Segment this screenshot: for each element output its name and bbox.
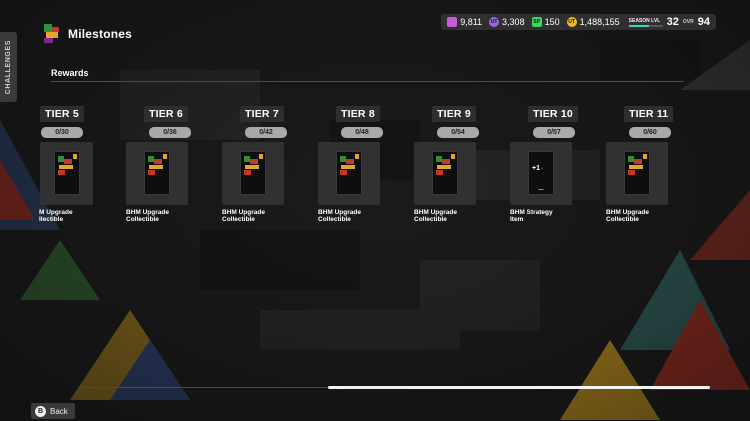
ut-tokens-value: 3,308	[502, 17, 525, 27]
upgrade-pack-icon	[624, 151, 650, 195]
tier-name: TIER 11	[624, 106, 674, 122]
tier-name: TIER 6	[144, 106, 188, 122]
tier-item[interactable]: TIER 9 0/54 BHM Upgrade Collectible	[414, 104, 516, 223]
upgrade-pack-icon	[144, 151, 170, 195]
back-label: Back	[50, 406, 68, 416]
tier-item[interactable]: TIER 8 0/48 BHM Upgrade Collectible	[318, 104, 420, 223]
reward-name: BHM Upgrade Collectible	[222, 209, 265, 223]
milestones-logo-icon	[44, 24, 59, 43]
tier-item[interactable]: TIER 10 0/57 +1 ▪▪ ▬▬ BHM Strategy Item	[510, 104, 612, 223]
plus-one-icon: +1	[532, 165, 540, 172]
section-divider	[51, 81, 684, 82]
currency-bar: 9,811 UT 3,308 SP 150 UT 1,488,155 SEASO…	[441, 14, 716, 30]
horizontal-scrollbar[interactable]	[78, 386, 710, 389]
coins-icon: UT	[566, 17, 577, 27]
strategy-item-icon: +1 ▪▪ ▬▬	[528, 151, 554, 195]
rewards-section-label: Rewards	[51, 68, 89, 78]
reward-name: BHM Upgrade Collectible	[126, 209, 169, 223]
upgrade-pack-icon	[432, 151, 458, 195]
reward-name: BHM Strategy Item	[510, 209, 553, 223]
ut-tokens-icon: UT	[489, 17, 500, 27]
sp-value: 150	[544, 17, 560, 27]
coins-value: 1,488,155	[579, 17, 620, 27]
currency-points: 9,811	[447, 17, 482, 27]
upgrade-pack-icon	[54, 151, 80, 195]
strategy-stat-icon: ▪▪	[541, 167, 543, 170]
reward-name: BHM Upgrade Collectible	[318, 209, 361, 223]
tier-item[interactable]: TIER 11 0/60 BHM Upgrade Collectible	[606, 104, 708, 223]
b-button-icon: B	[35, 405, 46, 417]
sp-icon: SP	[531, 17, 542, 27]
season-progress-bar	[628, 24, 663, 27]
tier-progress-pill: 0/36	[149, 127, 191, 138]
scrollbar-thumb[interactable]	[328, 386, 710, 389]
tier-name: TIER 8	[336, 106, 380, 122]
upgrade-pack-icon	[240, 151, 266, 195]
currency-ut-tokens: UT 3,308	[489, 17, 525, 27]
points-value: 9,811	[460, 17, 483, 27]
tier-item[interactable]: TIER 5 0/30 M Upgrade llectible	[32, 104, 124, 223]
reward-card[interactable]	[606, 142, 668, 205]
tier-item[interactable]: TIER 7 0/42 BHM Upgrade Collectible	[222, 104, 324, 223]
tier-progress-pill: 0/57	[533, 127, 575, 138]
reward-card[interactable]	[414, 142, 476, 205]
season-level-value: 32	[666, 16, 679, 28]
ovr-value: 94	[697, 16, 710, 28]
page-header: Milestones	[44, 24, 132, 43]
reward-card[interactable]: +1 ▪▪ ▬▬	[510, 142, 572, 205]
reward-name: BHM Upgrade Collectible	[606, 209, 649, 223]
reward-card[interactable]	[40, 142, 93, 205]
tier-name: TIER 5	[40, 106, 84, 122]
reward-card[interactable]	[318, 142, 380, 205]
tier-name: TIER 9	[432, 106, 476, 122]
season-level-label: SEASON LVL	[628, 17, 661, 24]
currency-sp: SP 150	[531, 17, 560, 27]
tier-item[interactable]: TIER 6 0/36 BHM Upgrade Collectible	[126, 104, 228, 223]
upgrade-pack-icon	[336, 151, 362, 195]
season-progress-fill	[628, 24, 650, 27]
reward-name: M Upgrade llectible	[39, 209, 73, 223]
tier-name: TIER 10	[528, 106, 578, 122]
season-level: SEASON LVL 32 OVR 94	[628, 16, 710, 28]
challenges-side-tab[interactable]: CHALLENGES	[0, 32, 17, 102]
tier-progress-pill: 0/48	[341, 127, 383, 138]
tier-name: TIER 7	[240, 106, 284, 122]
page-title: Milestones	[68, 26, 133, 41]
tier-progress-pill: 0/54	[437, 127, 479, 138]
tier-progress-pill: 0/30	[41, 127, 83, 138]
currency-coins: UT 1,488,155	[566, 17, 620, 27]
back-button[interactable]: B Back	[31, 403, 75, 419]
tier-progress-pill: 0/60	[629, 127, 671, 138]
reward-card[interactable]	[222, 142, 284, 205]
reward-card[interactable]	[126, 142, 188, 205]
ovr-label: OVR	[682, 19, 694, 25]
points-icon	[447, 17, 458, 27]
strategy-card-art: ▬▬	[538, 188, 544, 191]
tier-progress-pill: 0/42	[245, 127, 287, 138]
side-tab-label: CHALLENGES	[5, 39, 12, 95]
reward-name: BHM Upgrade Collectible	[414, 209, 457, 223]
tier-list: TIER 5 0/30 M Upgrade llectible TIER 6 0…	[0, 104, 750, 244]
